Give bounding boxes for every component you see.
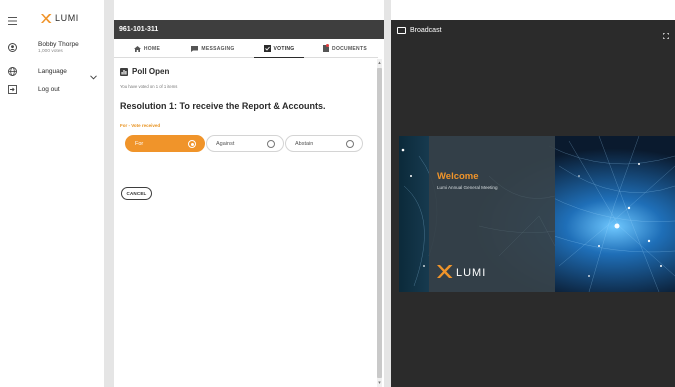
user-name: Bobby Thorpe: [38, 41, 79, 48]
option-for-label: For: [135, 140, 144, 147]
tab-documents[interactable]: DOCUMENTS: [312, 40, 378, 57]
scroll-up-arrow[interactable]: ▴: [377, 59, 382, 67]
option-against[interactable]: Against: [206, 135, 284, 152]
vote-options: For Against Abstain: [125, 135, 365, 152]
broadcast-title: Broadcast: [410, 26, 442, 34]
tab-home[interactable]: HOME: [114, 40, 180, 57]
tab-messaging[interactable]: MESSAGING: [180, 40, 246, 57]
fullscreen-icon[interactable]: [662, 26, 670, 40]
vote-status: For - Vote received: [120, 123, 161, 128]
user-votes: 1,000 votes: [38, 49, 63, 54]
chevron-down-icon[interactable]: [90, 67, 97, 85]
user-info: Bobby Thorpe 1,000 votes: [38, 41, 79, 54]
resolution-title: Resolution 1: To receive the Report & Ac…: [120, 101, 326, 111]
meeting-id-header: 961-101-311: [114, 20, 384, 39]
poll-title: Poll Open: [132, 67, 170, 76]
menu-icon[interactable]: [7, 16, 17, 26]
voting-icon: [263, 45, 271, 52]
radio-for[interactable]: [188, 140, 196, 148]
broadcast-panel: Broadcast Welcome Lumi Annual General Me…: [391, 20, 675, 387]
language-selector[interactable]: Language: [38, 68, 67, 75]
main-panel: 961-101-311 HOME MESSAGING VOTING DOCUME…: [114, 20, 384, 387]
globe-icon: [7, 66, 17, 76]
video-player[interactable]: Welcome Lumi Annual General Meeting LUMI: [399, 136, 675, 292]
brand-name: LUMI: [55, 13, 79, 23]
tab-documents-label: DOCUMENTS: [332, 45, 367, 52]
slide-subtitle: Lumi Annual General Meeting: [437, 185, 498, 190]
lumi-x-icon: [41, 13, 52, 23]
sidebar: LUMI Bobby Thorpe 1,000 votes Language L…: [0, 0, 104, 387]
option-abstain[interactable]: Abstain: [285, 135, 363, 152]
broadcast-header: Broadcast: [391, 20, 675, 40]
gutter-right: [384, 0, 391, 387]
poll-icon: [120, 67, 128, 76]
messaging-icon: [191, 45, 199, 52]
cancel-button[interactable]: CANCEL: [121, 187, 152, 200]
lumi-logo: LUMI: [40, 13, 79, 23]
tab-messaging-label: MESSAGING: [201, 45, 235, 52]
tab-bar: HOME MESSAGING VOTING DOCUMENTS: [114, 40, 378, 58]
logout-icon: [7, 84, 17, 94]
option-abstain-label: Abstain: [295, 140, 314, 147]
scrollbar[interactable]: ▴ ▾: [377, 59, 382, 387]
home-icon: [133, 45, 141, 52]
logout-link[interactable]: Log out: [38, 86, 60, 93]
radio-abstain[interactable]: [346, 140, 354, 148]
scroll-down-arrow[interactable]: ▾: [377, 379, 382, 387]
radio-against[interactable]: [267, 140, 275, 148]
welcome-slide: Welcome Lumi Annual General Meeting LUMI: [399, 136, 675, 292]
gutter-left: [104, 0, 114, 387]
documents-icon: [323, 44, 330, 52]
slide-brand-name: LUMI: [456, 267, 486, 279]
user-icon: [7, 42, 17, 52]
broadcast-icon: [397, 26, 406, 34]
option-against-label: Against: [216, 140, 235, 147]
slide-welcome-title: Welcome: [437, 171, 479, 182]
option-for[interactable]: For: [125, 135, 205, 152]
poll-heading: Poll Open: [120, 67, 169, 76]
tab-voting-label: VOTING: [273, 45, 295, 52]
tab-voting[interactable]: VOTING: [246, 40, 312, 58]
voted-progress-text: You have voted on 1 of 1 items: [120, 84, 178, 89]
tab-home-label: HOME: [143, 45, 161, 52]
scroll-thumb[interactable]: [377, 68, 382, 378]
